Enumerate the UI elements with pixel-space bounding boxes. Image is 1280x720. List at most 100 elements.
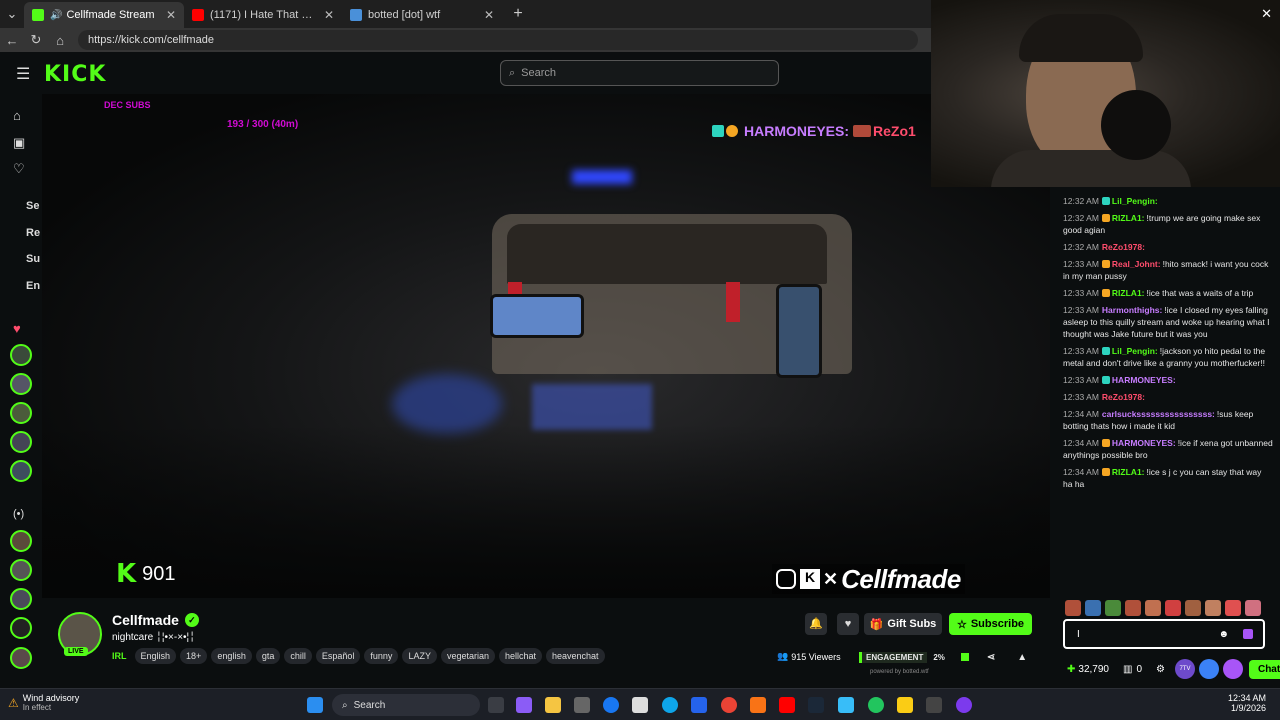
search-input[interactable]: ⌕ Search: [500, 60, 779, 86]
close-tab-icon[interactable]: ✕: [324, 8, 334, 22]
streamer-webcam: ✕: [931, 0, 1280, 187]
gift-subs-button[interactable]: 🎁 Gift Subs: [864, 613, 942, 635]
browser-tab-youtube[interactable]: (1171) I Hate That Fake Frame ✕: [184, 2, 342, 28]
store-icon[interactable]: [574, 697, 590, 713]
bot-icon[interactable]: [1243, 629, 1253, 639]
tag[interactable]: chill: [284, 648, 312, 664]
subscribe-button[interactable]: ☆ Subscribe: [949, 613, 1032, 635]
emote-icon[interactable]: [1165, 600, 1181, 616]
amazon-icon[interactable]: [632, 697, 648, 713]
vlc-icon[interactable]: [750, 697, 766, 713]
share-icon[interactable]: ⋖: [987, 652, 995, 663]
browser-tab-botted[interactable]: botted [dot] wtf ✕: [342, 2, 502, 28]
tag[interactable]: heavenchat: [546, 648, 605, 664]
url-field[interactable]: https://kick.com/cellfmade: [78, 30, 918, 50]
edge-browser-icon[interactable]: [662, 697, 678, 713]
browse-nav-icon[interactable]: ▣: [13, 135, 25, 151]
kick-logo[interactable]: KICK: [44, 62, 106, 87]
category-link[interactable]: IRL: [112, 651, 127, 661]
close-tab-icon[interactable]: ✕: [166, 8, 176, 22]
reload-icon[interactable]: ↻: [24, 32, 48, 48]
emote-icon[interactable]: [1065, 600, 1081, 616]
obs-icon[interactable]: [956, 697, 972, 713]
followed-channel-avatar[interactable]: [10, 402, 32, 424]
clock-time: 12:34 AM: [1228, 693, 1267, 703]
xbox-icon[interactable]: [868, 697, 884, 713]
emoji-icon[interactable]: ☻: [1218, 629, 1229, 640]
emote-icon[interactable]: [1085, 600, 1101, 616]
follow-button[interactable]: ♥: [837, 613, 859, 635]
weather-widget[interactable]: ⚠ Wind advisory In effect: [8, 693, 79, 712]
emote-icon[interactable]: [1185, 600, 1201, 616]
facebook-icon[interactable]: [603, 697, 619, 713]
gif-icon[interactable]: [1198, 659, 1219, 679]
left-sidebar: ⌂ ▣ ♡ Se Re Su En ♥ (•): [0, 94, 42, 688]
extension-icon[interactable]: [1222, 659, 1243, 679]
back-icon[interactable]: ←: [0, 33, 24, 48]
chat-input[interactable]: I ☻: [1063, 619, 1265, 649]
notes-icon[interactable]: [897, 697, 913, 713]
copilot-icon[interactable]: [516, 697, 532, 713]
tag[interactable]: Español: [315, 648, 361, 664]
close-tab-icon[interactable]: ✕: [484, 8, 494, 22]
video-player[interactable]: DEC SUBS 193 / 300 (40m) HARMONEYES: ReZ…: [42, 94, 1050, 598]
tab-list-chevron-icon[interactable]: ⌄: [0, 6, 24, 22]
hamburger-menu-icon[interactable]: ☰: [16, 64, 30, 84]
browser-tab-kick[interactable]: 🔊Cellfmade Stream - Watch Li ✕: [24, 2, 184, 28]
followed-channel-avatar[interactable]: [10, 460, 32, 482]
youtube-icon[interactable]: [779, 697, 795, 713]
channel-name[interactable]: Cellfmade: [112, 612, 179, 628]
close-icon[interactable]: ✕: [1261, 6, 1272, 22]
taskbar-search[interactable]: ⌕ Search: [332, 694, 480, 716]
recommended-channel-avatar[interactable]: [10, 588, 32, 610]
calculator-icon[interactable]: [691, 697, 707, 713]
clock[interactable]: 12:34 AM 1/9/2026: [1228, 693, 1266, 713]
emote-icon[interactable]: [1145, 600, 1161, 616]
chrome-icon[interactable]: [721, 697, 737, 713]
emote-icon[interactable]: [1205, 600, 1221, 616]
tag[interactable]: English: [134, 648, 177, 664]
settings-gear-icon[interactable]: ⚙: [1156, 664, 1165, 675]
emote-icon[interactable]: [1225, 600, 1241, 616]
recommended-channel-avatar[interactable]: [10, 559, 32, 581]
sidebar-label-2[interactable]: Re: [26, 227, 40, 239]
notification-bell-button[interactable]: 🔔: [805, 613, 827, 635]
channel-points[interactable]: 32,790: [1078, 664, 1109, 675]
sidebar-label-1[interactable]: Se: [26, 200, 39, 212]
emote-icon[interactable]: [1105, 600, 1121, 616]
chat-send-button[interactable]: Chat: [1248, 659, 1280, 679]
sidebar-label-4[interactable]: En: [26, 280, 40, 292]
tag[interactable]: hellchat: [498, 648, 543, 664]
recommended-channel-avatar[interactable]: [10, 617, 32, 639]
steam-icon[interactable]: [808, 697, 824, 713]
file-explorer-icon[interactable]: [545, 697, 561, 713]
followed-channel-avatar[interactable]: [10, 344, 32, 366]
followed-channel-avatar[interactable]: [10, 373, 32, 395]
recommended-channel-avatar[interactable]: [10, 530, 32, 552]
emote-icon[interactable]: [1245, 600, 1261, 616]
start-icon[interactable]: [307, 697, 323, 713]
tag[interactable]: 18+: [180, 648, 208, 664]
tag[interactable]: gta: [255, 648, 281, 664]
home-nav-icon[interactable]: ⌂: [13, 108, 21, 123]
verified-icon: ✓: [184, 613, 199, 627]
app-icon[interactable]: [838, 697, 854, 713]
7tv-icon[interactable]: 7TV: [1174, 659, 1195, 679]
recommended-channel-avatar[interactable]: [10, 647, 32, 669]
following-nav-icon[interactable]: ♡: [13, 161, 25, 177]
home-icon[interactable]: ⌂: [48, 33, 72, 48]
new-tab-icon[interactable]: +: [506, 5, 530, 23]
tab-title: botted [dot] wtf: [368, 9, 441, 21]
tag[interactable]: funny: [364, 648, 399, 664]
powered-by-text: powered by botted.wtf: [870, 669, 929, 675]
brand-overlay: K ✕ Cellfmade: [772, 564, 965, 594]
tag[interactable]: LAZY: [402, 648, 437, 664]
tag[interactable]: english: [211, 648, 252, 664]
emote-icon[interactable]: [1125, 600, 1141, 616]
tag[interactable]: vegetarian: [440, 648, 495, 664]
settings-icon[interactable]: [926, 697, 942, 713]
sidebar-label-3[interactable]: Su: [26, 253, 40, 265]
task-view-icon[interactable]: [488, 697, 504, 713]
warning-icon[interactable]: ▲: [1017, 652, 1027, 663]
followed-channel-avatar[interactable]: [10, 431, 32, 453]
